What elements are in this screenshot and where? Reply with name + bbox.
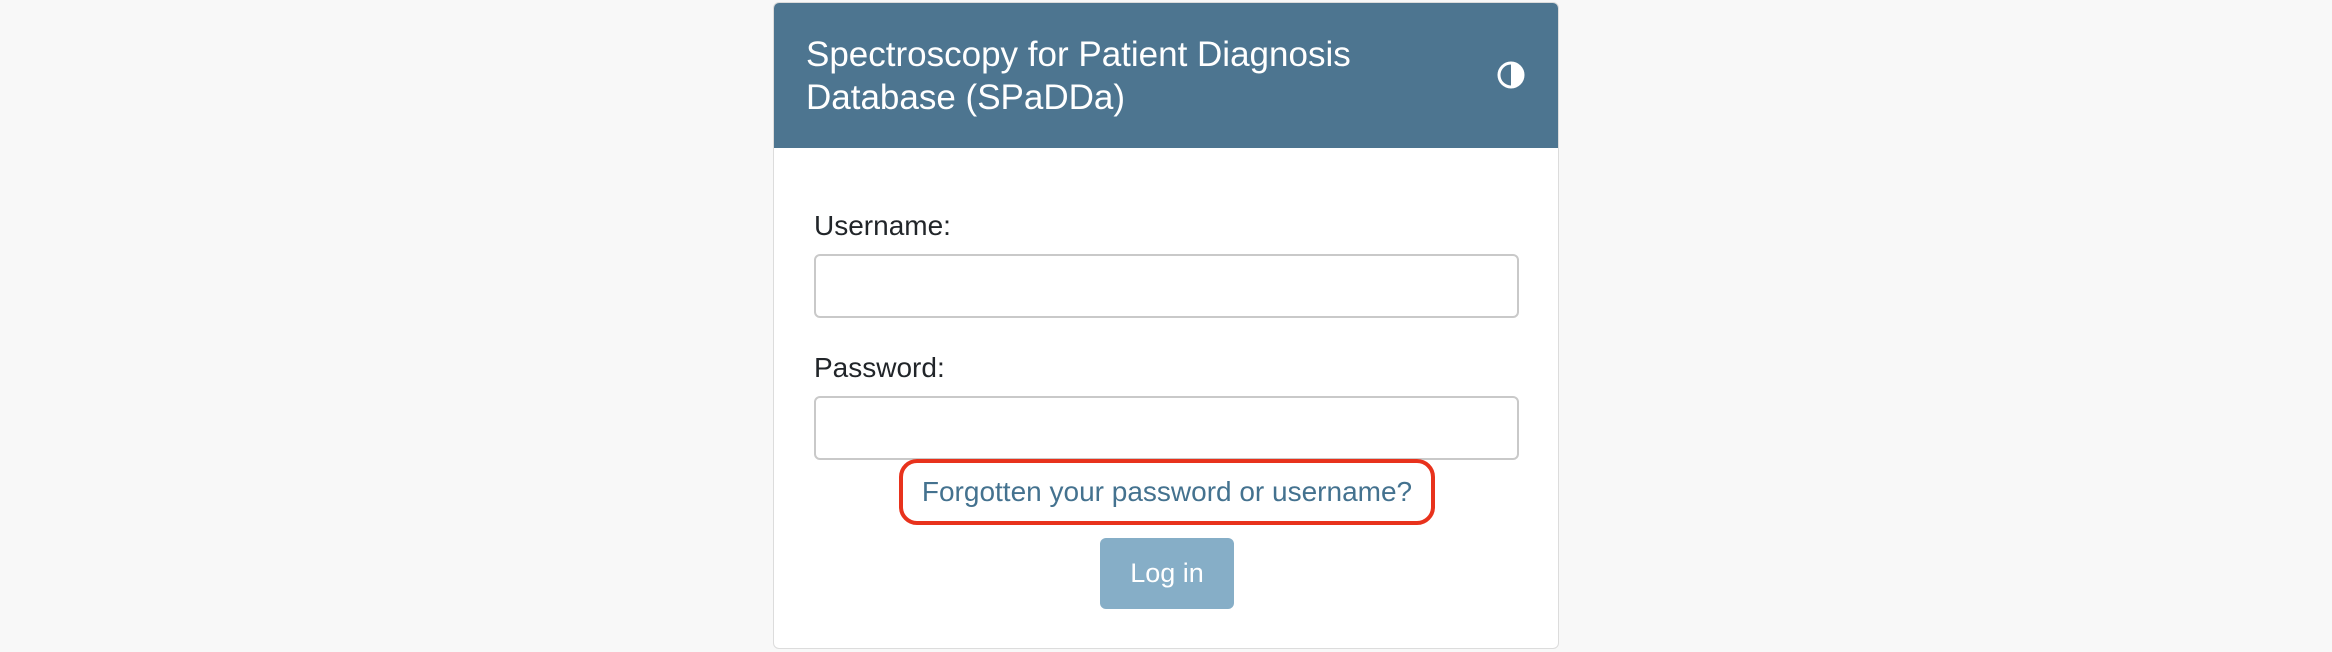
password-input[interactable] — [814, 396, 1519, 460]
login-button[interactable]: Log in — [1100, 538, 1234, 609]
login-card: Spectroscopy for Patient Diagnosis Datab… — [773, 2, 1559, 649]
password-label: Password: — [814, 352, 945, 383]
username-label: Username: — [814, 210, 951, 241]
username-input[interactable] — [814, 254, 1519, 318]
forgot-credentials-link[interactable]: Forgotten your password or username? — [899, 459, 1435, 525]
card-header: Spectroscopy for Patient Diagnosis Datab… — [774, 3, 1558, 148]
page-title: Spectroscopy for Patient Diagnosis Datab… — [806, 35, 1351, 117]
contrast-toggle-icon[interactable] — [1497, 61, 1525, 89]
